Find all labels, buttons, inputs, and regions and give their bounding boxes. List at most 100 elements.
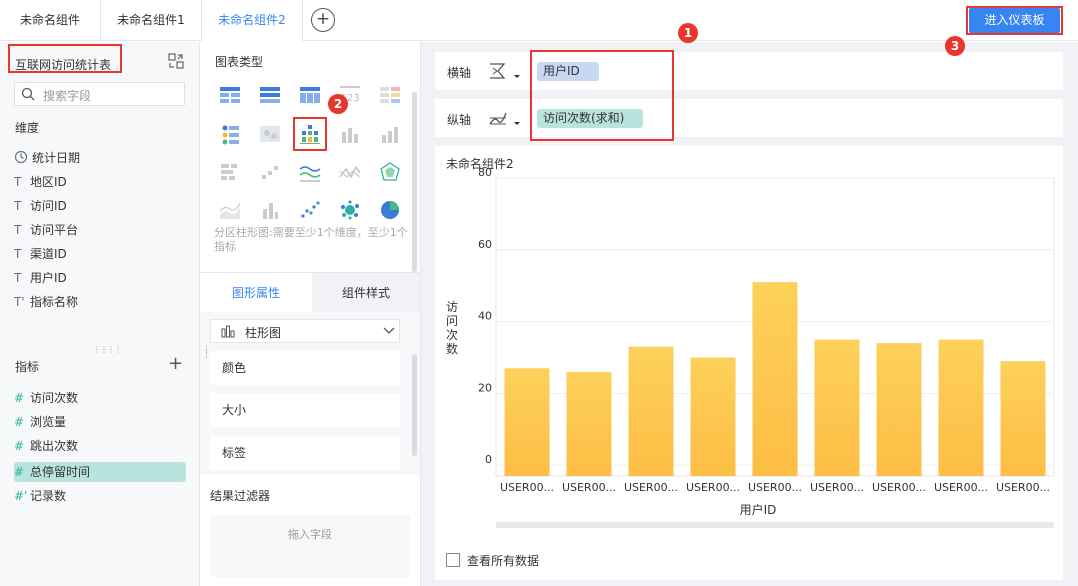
measure-field-selected[interactable]: # 总停留时间 — [14, 462, 186, 482]
heatmap-icon[interactable] — [259, 123, 281, 145]
search-field-input[interactable]: 搜索字段 — [14, 82, 185, 106]
tab-component-2[interactable]: 未命名组件2 — [202, 0, 302, 41]
horizontal-scrollbar — [496, 522, 1054, 528]
dimensions-heading: 维度 — [15, 121, 40, 135]
text-type-icon: T — [14, 199, 22, 213]
y-axis-settings-icon[interactable] — [488, 108, 522, 128]
color-property[interactable]: 颜色 — [210, 351, 400, 385]
field-panel: 互联网访问统计表 搜索字段 维度 统计日期 T 地区ID T 访问ID T 访问平台 … — [0, 42, 200, 586]
x-tick-label: USER00... — [686, 481, 740, 494]
bar — [566, 371, 612, 476]
stacked-bar-icon[interactable] — [379, 123, 401, 145]
y-axis-title-char: 访 — [446, 300, 458, 314]
chevron-down-icon — [383, 327, 395, 334]
bar — [938, 339, 984, 476]
text-type-icon: T — [14, 271, 22, 285]
dimension-field[interactable]: T 渠道ID — [14, 244, 186, 264]
bar-chart-icon — [221, 325, 235, 338]
measure-field[interactable]: # 浏览量 — [14, 412, 186, 432]
annotation-badge-1: 1 — [678, 23, 698, 43]
field-label: 指标名称 — [30, 295, 79, 309]
y-tick-label: 80 — [478, 166, 492, 179]
shape-properties-area: 柱形图 颜色 大小 标签 ⋮ ⋮ — [200, 312, 420, 475]
annotation-badge-2: 2 — [328, 94, 348, 114]
filter-drop-zone[interactable]: 拖入字段 — [210, 515, 410, 577]
dimension-field[interactable]: T 用户ID — [14, 268, 186, 288]
shape-type-select[interactable]: 柱形图 — [210, 319, 400, 343]
y-tick-label: 0 — [485, 453, 492, 466]
area-chart-icon[interactable] — [219, 199, 241, 221]
cross-table-icon[interactable] — [299, 84, 321, 106]
field-label: 用户ID — [30, 271, 67, 285]
shape-type-value: 柱形图 — [245, 326, 282, 340]
tab-shape-properties[interactable]: 图形属性 — [200, 273, 312, 313]
number-type-icon: # — [14, 391, 25, 405]
pie-chart-icon[interactable] — [379, 199, 401, 221]
x-axis-label: 横轴 — [447, 66, 472, 80]
dimension-field[interactable]: T 访问平台 — [14, 220, 186, 240]
field-label: 访问次数 — [30, 391, 79, 405]
number-type-icon: # — [14, 465, 25, 479]
size-property[interactable]: 大小 — [210, 393, 400, 427]
measure-field[interactable]: #' 记录数 — [14, 486, 186, 506]
dimension-field[interactable]: T 访问ID — [14, 196, 186, 216]
add-measure-button[interactable]: + — [168, 355, 183, 373]
field-label: 访问平台 — [30, 223, 79, 237]
multi-kpi-icon[interactable] — [379, 84, 401, 106]
radar-line-icon[interactable] — [339, 161, 361, 183]
chart-preview: 未命名组件2 0 20 40 60 80 USER00... USER00... USER00… — [435, 146, 1063, 580]
line-chart-icon[interactable] — [299, 161, 321, 183]
field-label: 地区ID — [30, 175, 67, 189]
annotation-badge-3: 3 — [945, 36, 965, 56]
y-axis-label: 纵轴 — [447, 113, 472, 127]
scatter-chart-icon[interactable] — [299, 199, 321, 221]
x-axis-settings-icon[interactable] — [488, 61, 522, 81]
dimension-field-date[interactable]: 统计日期 — [14, 148, 186, 168]
dimension-field[interactable]: T' 指标名称 — [14, 292, 186, 312]
x-tick-label: USER00... — [562, 481, 616, 494]
tab-component-1[interactable]: 未命名组件1 — [101, 0, 201, 41]
switch-dataset-icon[interactable] — [168, 53, 184, 69]
grouped-table-icon[interactable] — [259, 84, 281, 106]
dataset-title[interactable]: 互联网访问统计表 — [15, 56, 111, 73]
bubble-chart-icon[interactable] — [339, 199, 361, 221]
number-type-icon: # — [14, 439, 25, 453]
drag-handle[interactable]: ⋮ ⋮ — [202, 346, 211, 360]
chart-types-scrollbar[interactable] — [412, 92, 417, 272]
field-label: 总停留时间 — [30, 465, 91, 479]
detail-table-icon[interactable] — [219, 123, 241, 145]
horizontal-bar-icon[interactable] — [219, 161, 241, 183]
tab-component[interactable]: 未命名组件 — [0, 0, 100, 41]
table-chart-icon[interactable] — [219, 84, 241, 106]
label-property[interactable]: 标签 — [210, 436, 400, 470]
resize-handle[interactable]: ⋮⋮⋮⋮ — [93, 345, 122, 354]
add-tab-button[interactable]: + — [311, 8, 335, 32]
bar — [876, 343, 922, 476]
measure-field[interactable]: # 跳出次数 — [14, 436, 186, 456]
y-axis-title-char: 问 — [446, 314, 458, 328]
tab-component-style[interactable]: 组件样式 — [312, 273, 420, 313]
x-axis-title: 用户ID — [740, 502, 777, 517]
x-axis-field-pill[interactable]: 用户ID — [537, 62, 599, 81]
properties-scrollbar[interactable] — [412, 354, 417, 456]
bar — [1000, 361, 1046, 476]
field-label: 跳出次数 — [30, 439, 79, 453]
bar-chart: 0 20 40 60 80 USER00... USER00... USER00... USER… — [446, 166, 1055, 528]
component-tab-bar: 未命名组件 未命名组件1 未命名组件2 + 进入仪表板 — [0, 0, 1078, 41]
text-type-icon: T — [14, 247, 22, 261]
show-all-data-checkbox[interactable] — [446, 553, 460, 567]
x-tick-label: USER00... — [996, 481, 1050, 494]
bar — [504, 368, 550, 476]
range-bar-icon[interactable] — [259, 199, 281, 221]
y-axis-field-pill[interactable]: 访问次数(求和) — [537, 109, 643, 128]
y-tick-label: 40 — [478, 310, 492, 323]
waterfall-icon[interactable] — [259, 161, 281, 183]
radar-chart-icon[interactable] — [379, 161, 401, 183]
grouped-bar-chart-icon[interactable] — [299, 123, 321, 145]
measure-field[interactable]: # 访问次数 — [14, 388, 186, 408]
x-tick-label: USER00... — [748, 481, 802, 494]
dimension-field[interactable]: T 地区ID — [14, 172, 186, 192]
enter-dashboard-button[interactable]: 进入仪表板 — [969, 8, 1060, 33]
field-label: 记录数 — [30, 489, 67, 503]
bar-chart-icon[interactable] — [339, 123, 361, 145]
